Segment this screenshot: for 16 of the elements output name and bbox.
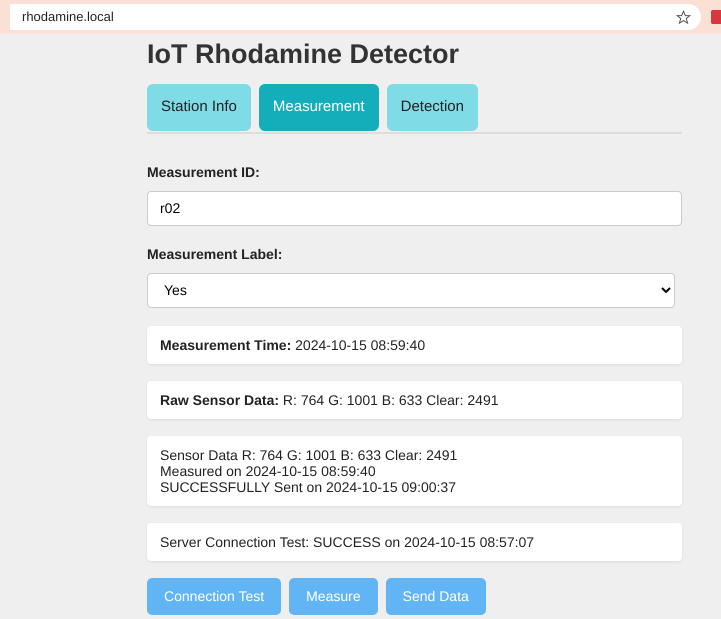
page-title: IoT Rhodamine Detector bbox=[147, 38, 460, 70]
field-label: Measurement ID: bbox=[147, 162, 261, 182]
field-label: Measurement Label: bbox=[147, 244, 284, 264]
info-text: Measurement Time: 2024-10-15 08:59:40 bbox=[160, 336, 426, 353]
info-text: Raw Sensor Data: R: 764 G: 1001 B: 633 Clear: 2491 bbox=[160, 392, 500, 408]
info-text: Sensor Data R: 764 G: 1001 B: 633 Clear: 2491 bbox=[160, 447, 458, 464]
tab[interactable]: Station Info bbox=[147, 84, 251, 131]
info-text: Measured on 2024-10-15 08:59:40 bbox=[160, 463, 377, 480]
star-icon[interactable] bbox=[676, 10, 691, 24]
info-text: Server Connection Test: SUCCESS on 2024-10-15 08:57:07 bbox=[160, 534, 536, 550]
input-field[interactable]: r02 bbox=[147, 190, 682, 226]
address-bar[interactable]: rhodamine.local bbox=[10, 4, 701, 30]
dropdown[interactable]: Yes bbox=[147, 272, 675, 308]
url-text: rhodamine.local bbox=[22, 8, 115, 26]
info-text: SUCCESSFULLY Sent on 2024-10-15 09:00:37 bbox=[160, 479, 458, 496]
tab[interactable]: Detection bbox=[386, 84, 478, 131]
